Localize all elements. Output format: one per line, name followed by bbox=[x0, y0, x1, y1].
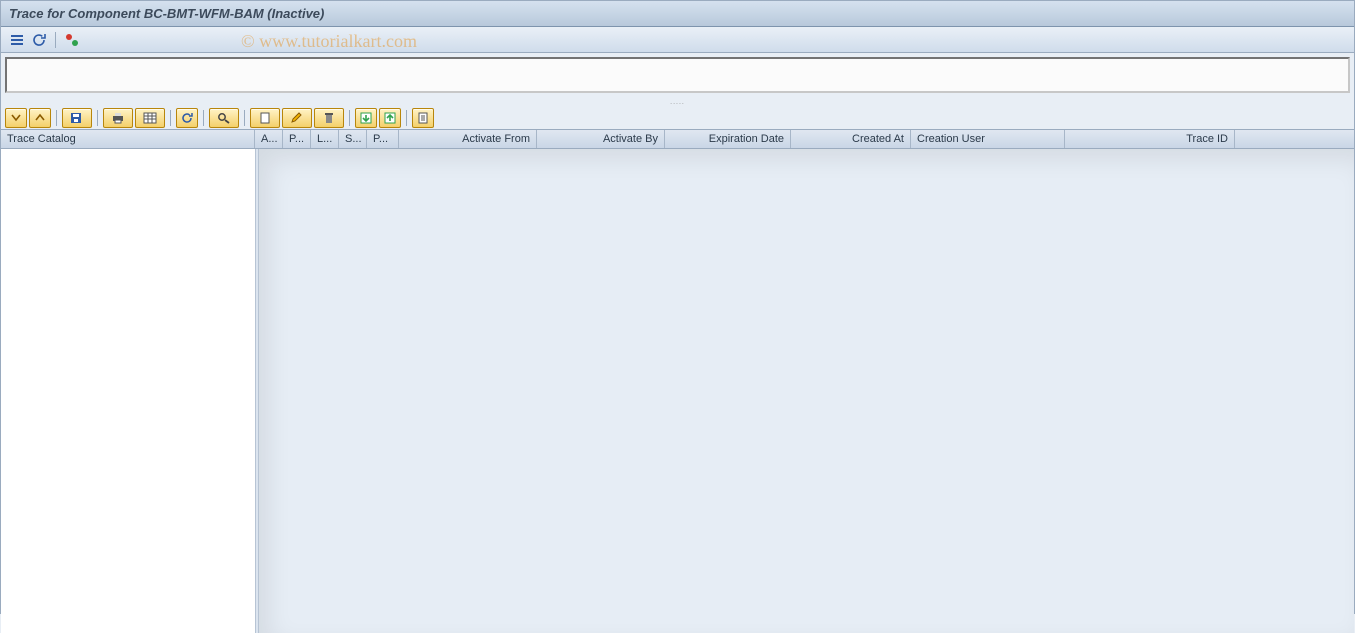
column-spacer bbox=[1235, 130, 1354, 148]
trash-icon bbox=[322, 112, 336, 124]
export-button[interactable] bbox=[135, 108, 165, 128]
toolbar-separator bbox=[406, 110, 407, 126]
column-p2[interactable]: P... bbox=[367, 130, 399, 148]
data-pane[interactable] bbox=[259, 149, 1354, 633]
chevron-up-icon bbox=[34, 112, 46, 124]
refresh-icon bbox=[181, 112, 193, 124]
column-expiration-date[interactable]: Expiration Date bbox=[665, 130, 791, 148]
export-icon bbox=[384, 112, 396, 124]
details-button[interactable] bbox=[5, 108, 27, 128]
column-p1[interactable]: P... bbox=[283, 130, 311, 148]
save-layout-button[interactable] bbox=[62, 108, 92, 128]
column-s[interactable]: S... bbox=[339, 130, 367, 148]
create-button[interactable] bbox=[250, 108, 280, 128]
log-button[interactable] bbox=[412, 108, 434, 128]
window-title: Trace for Component BC-BMT-WFM-BAM (Inac… bbox=[1, 1, 1354, 27]
window-title-text: Trace for Component BC-BMT-WFM-BAM (Inac… bbox=[9, 6, 324, 21]
status-button[interactable] bbox=[62, 30, 82, 50]
data-body bbox=[259, 149, 1354, 633]
log-icon bbox=[417, 112, 429, 124]
toolbar-separator bbox=[170, 110, 171, 126]
column-l[interactable]: L... bbox=[311, 130, 339, 148]
toolbar-separator bbox=[244, 110, 245, 126]
column-created-at[interactable]: Created At bbox=[791, 130, 911, 148]
horizontal-splitter[interactable]: ..... bbox=[1, 97, 1354, 107]
print-button[interactable] bbox=[103, 108, 133, 128]
pencil-icon bbox=[290, 112, 304, 124]
search-icon bbox=[217, 112, 231, 124]
toolbar-separator bbox=[349, 110, 350, 126]
column-creation-user[interactable]: Creation User bbox=[911, 130, 1065, 148]
selection-frame bbox=[5, 57, 1350, 93]
export-file-button[interactable] bbox=[379, 108, 401, 128]
print-icon bbox=[111, 112, 125, 124]
find-button[interactable] bbox=[209, 108, 239, 128]
collapse-button[interactable] bbox=[29, 108, 51, 128]
document-new-icon bbox=[258, 112, 272, 124]
column-a[interactable]: A... bbox=[255, 130, 283, 148]
column-activate-by[interactable]: Activate By bbox=[537, 130, 665, 148]
refresh-grid-button[interactable] bbox=[176, 108, 198, 128]
tree-pane[interactable] bbox=[1, 149, 255, 633]
table-icon bbox=[143, 112, 157, 124]
list-button[interactable] bbox=[7, 30, 27, 50]
column-trace-catalog[interactable]: Trace Catalog bbox=[1, 130, 255, 148]
list-icon bbox=[10, 33, 24, 47]
toolbar-separator bbox=[56, 110, 57, 126]
status-icon bbox=[65, 33, 79, 47]
tree-body bbox=[1, 149, 255, 633]
grid-column-headers: Trace Catalog A... P... L... S... P... A… bbox=[1, 129, 1354, 149]
app-toolbar bbox=[1, 27, 1354, 53]
toolbar-separator bbox=[55, 32, 56, 48]
import-button[interactable] bbox=[355, 108, 377, 128]
toolbar-separator bbox=[203, 110, 204, 126]
toolbar-separator bbox=[97, 110, 98, 126]
import-icon bbox=[360, 112, 372, 124]
refresh-button[interactable] bbox=[29, 30, 49, 50]
refresh-icon bbox=[32, 33, 46, 47]
chevron-down-icon bbox=[10, 112, 22, 124]
grid-toolbar bbox=[1, 107, 1354, 129]
change-button[interactable] bbox=[282, 108, 312, 128]
column-trace-id[interactable]: Trace ID bbox=[1065, 130, 1235, 148]
grid-body bbox=[1, 149, 1354, 633]
delete-button[interactable] bbox=[314, 108, 344, 128]
column-activate-from[interactable]: Activate From bbox=[399, 130, 537, 148]
save-icon bbox=[70, 112, 84, 124]
